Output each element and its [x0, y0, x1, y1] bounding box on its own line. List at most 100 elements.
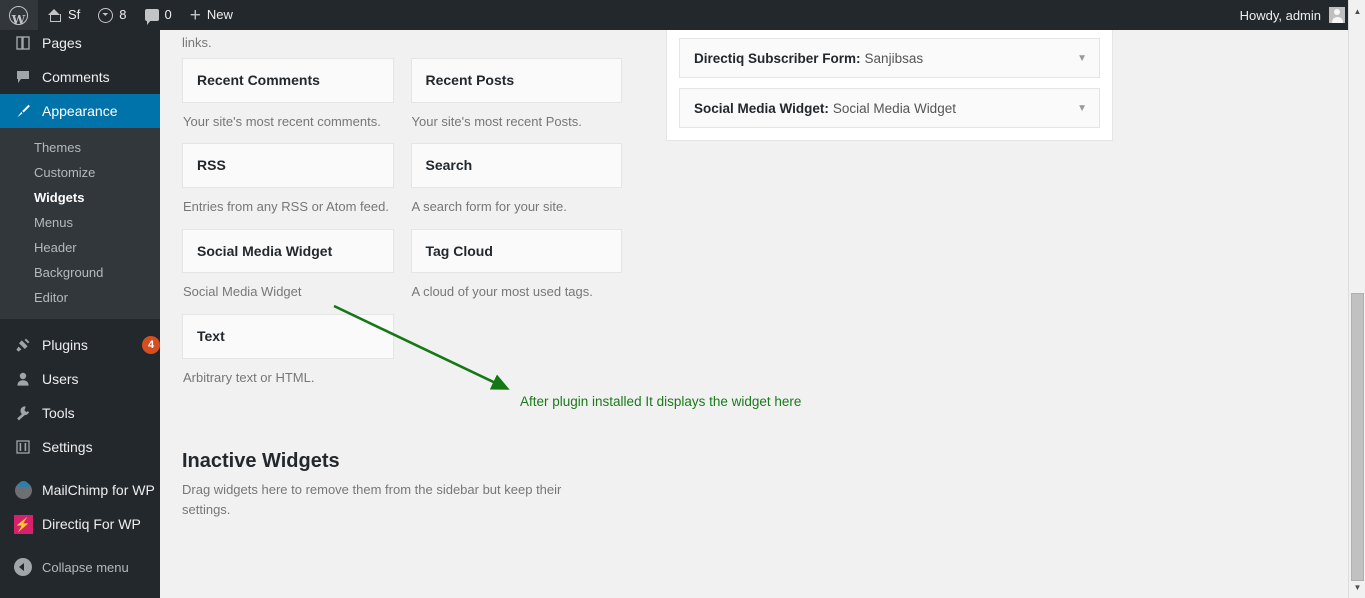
widget-column: Social Media Widget Social Media Widget … [182, 228, 394, 400]
updates-refresh-icon [98, 7, 114, 23]
home-icon [47, 8, 62, 23]
scroll-down-arrow-icon[interactable]: ▼ [1349, 579, 1365, 596]
collapse-menu-button[interactable]: Collapse menu [0, 550, 160, 584]
sidebar-item-label: Plugins [42, 337, 88, 353]
collapse-menu-label: Collapse menu [42, 559, 129, 575]
sidebar-menu: Pages Comments Appearance Themes Customi… [0, 26, 168, 584]
admin-bar: Sf 8 0 + New Howdy, admin [0, 0, 1365, 35]
submenu-item-header[interactable]: Header [0, 235, 160, 260]
submenu-item-editor[interactable]: Editor [0, 285, 160, 310]
settings-sliders-icon [13, 437, 33, 457]
comments-icon [13, 67, 33, 87]
pages-icon [13, 33, 33, 53]
widget-card-tag-cloud[interactable]: Tag Cloud [410, 228, 622, 274]
scroll-up-arrow-icon[interactable]: ▲ [1349, 3, 1365, 20]
new-label: New [206, 7, 233, 22]
widget-description: Your site's most recent Posts. [411, 113, 582, 129]
sidebar-item-users[interactable]: Users [0, 362, 160, 396]
page-scrollbar[interactable]: ▲ ▼ [1348, 0, 1365, 598]
cut-off-bottom-text [182, 582, 682, 594]
sidebar-item-label: MailChimp for WP [42, 482, 155, 498]
sidebar-item-label: Tools [42, 405, 75, 421]
available-widgets-grid: Recent Comments Your site's most recent … [182, 58, 622, 399]
widget-card-recent-comments[interactable]: Recent Comments [182, 58, 394, 103]
widget-description: A cloud of your most used tags. [411, 284, 593, 300]
widget-column: Tag Cloud A cloud of your most used tags… [410, 228, 622, 400]
widget-column: Search A search form for your site. [410, 143, 622, 228]
widget-description: Arbitrary text or HTML. [183, 369, 315, 385]
sidebar-item-label: Settings [42, 439, 93, 455]
updates-count: 8 [119, 7, 127, 22]
widget-row: RSS Entries from any RSS or Atom feed. S… [182, 143, 622, 228]
widget-description: Social Media Widget [183, 284, 302, 300]
appearance-brush-icon [13, 101, 33, 121]
admin-sidebar: Pages Comments Appearance Themes Customi… [0, 0, 168, 598]
sidebar-item-appearance[interactable]: Appearance [0, 94, 168, 128]
menu-divider [0, 541, 160, 550]
sidebar-item-label: Directiq For WP [42, 516, 141, 532]
menu-divider [0, 319, 160, 328]
widget-card-text[interactable]: Text [182, 313, 394, 359]
widget-card-recent-posts[interactable]: Recent Posts [410, 58, 622, 103]
sidebar-item-label: Users [42, 371, 79, 387]
sidebar-item-tools[interactable]: Tools [0, 396, 160, 430]
partial-widget-description: links. [182, 35, 212, 50]
widget-column: Recent Posts Your site's most recent Pos… [410, 58, 622, 143]
panel-widget-subtitle: Sanjibsas [864, 50, 924, 66]
site-name-label: Sf [68, 7, 81, 22]
panel-widget-title: Directiq Subscriber Form: [694, 50, 861, 66]
widget-column: RSS Entries from any RSS or Atom feed. [182, 143, 394, 228]
submenu-item-themes[interactable]: Themes [0, 135, 160, 160]
sidebar-item-comments[interactable]: Comments [0, 60, 160, 94]
wordpress-logo-icon[interactable] [0, 0, 38, 35]
plugins-update-badge: 4 [142, 336, 160, 354]
panel-widget-directiq-subscriber-form[interactable]: Directiq Subscriber Form: Sanjibsas ▼ [679, 38, 1100, 78]
panel-widget-subtitle: Social Media Widget [832, 100, 956, 116]
widget-card-rss[interactable]: RSS [182, 143, 394, 189]
comments-count: 0 [164, 7, 172, 22]
menu-divider [0, 464, 160, 473]
comments-menu[interactable]: 0 [136, 0, 181, 30]
sidebar-item-label: Pages [42, 35, 82, 51]
widget-column: Recent Comments Your site's most recent … [182, 58, 394, 143]
chevron-down-icon[interactable]: ▼ [1077, 89, 1087, 127]
chevron-down-icon[interactable]: ▼ [1077, 39, 1087, 77]
widget-card-search[interactable]: Search [410, 143, 622, 189]
sidebar-item-plugins[interactable]: Plugins 4 [0, 328, 160, 362]
scrollbar-thumb[interactable] [1351, 293, 1364, 581]
sidebar-item-label: Comments [42, 69, 110, 85]
tools-wrench-icon [13, 403, 33, 423]
panel-widget-title: Social Media Widget: [694, 100, 829, 116]
howdy-label: Howdy, admin [1239, 7, 1321, 23]
widget-description: Your site's most recent comments. [183, 113, 381, 129]
sidebar-item-directiq-for-wp[interactable]: ⚡ Directiq For WP [0, 507, 160, 541]
inactive-widgets-description: Drag widgets here to remove them from th… [182, 482, 562, 517]
directiq-bolt-icon: ⚡ [13, 514, 33, 534]
panel-widget-social-media-widget[interactable]: Social Media Widget: Social Media Widget… [679, 88, 1100, 128]
site-name-menu[interactable]: Sf [38, 0, 89, 30]
comment-bubble-icon [144, 9, 159, 25]
widget-row: Social Media Widget Social Media Widget … [182, 228, 622, 400]
widget-description: Entries from any RSS or Atom feed. [183, 199, 389, 215]
widgets-content-area: links. Recent Comments Your site's most … [160, 30, 1345, 598]
account-menu[interactable]: Howdy, admin [1234, 0, 1351, 30]
submenu-item-widgets[interactable]: Widgets [0, 185, 160, 210]
users-icon [13, 369, 33, 389]
collapse-arrow-icon [13, 557, 33, 577]
sidebar-item-mailchimp-for-wp[interactable]: MailChimp for WP [0, 473, 160, 507]
plus-icon: + [189, 4, 201, 26]
updates-menu[interactable]: 8 [89, 0, 135, 30]
submenu-item-background[interactable]: Background [0, 260, 160, 285]
sidebar-item-label: Appearance [42, 103, 118, 119]
new-content-menu[interactable]: + New [181, 0, 242, 30]
widget-description: A search form for your site. [411, 199, 567, 215]
mailchimp-icon [13, 480, 33, 500]
widget-row: Recent Comments Your site's most recent … [182, 58, 622, 143]
appearance-submenu: Themes Customize Widgets Menus Header Ba… [0, 128, 160, 319]
user-avatar-icon [1329, 7, 1345, 23]
widget-card-social-media-widget[interactable]: Social Media Widget [182, 228, 394, 274]
plugins-plug-icon [13, 335, 33, 355]
submenu-item-customize[interactable]: Customize [0, 160, 160, 185]
submenu-item-menus[interactable]: Menus [0, 210, 160, 235]
sidebar-item-settings[interactable]: Settings [0, 430, 160, 464]
